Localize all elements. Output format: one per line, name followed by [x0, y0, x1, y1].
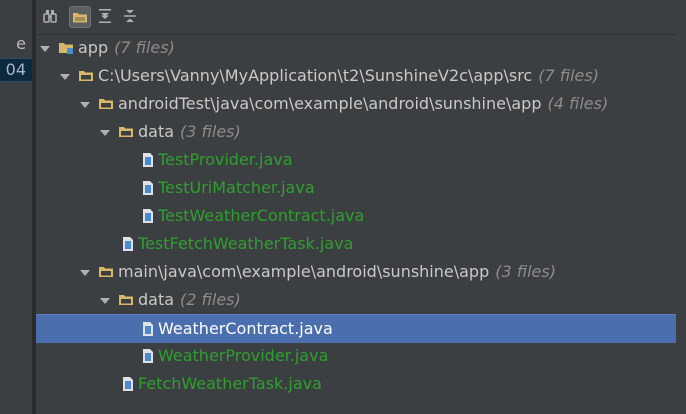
tree-node-text: FetchWeatherTask.java: [138, 374, 322, 394]
java-file-icon: [143, 322, 153, 336]
node-label: data: [138, 290, 175, 309]
folder-icon: [99, 99, 113, 109]
folder-icon: [73, 13, 87, 23]
expanded-arrow-icon[interactable]: [40, 44, 50, 54]
file-count: (7 files): [114, 38, 175, 57]
tree-node-text: WeatherContract.java: [158, 319, 333, 339]
file-count: (7 files): [538, 66, 599, 85]
node-label: data: [138, 122, 175, 141]
tree-node-app[interactable]: app (7 files): [36, 34, 676, 62]
module-folder-icon: [59, 43, 73, 54]
toolbar: [36, 0, 686, 35]
tree-file-test-provider[interactable]: TestProvider.java: [36, 146, 676, 174]
jump-to-source-button[interactable]: [40, 6, 62, 28]
tree-node-text: WeatherProvider.java: [158, 346, 328, 366]
file-count: (4 files): [547, 94, 609, 113]
node-label: app: [78, 38, 109, 57]
changes-tree: app (7 files) C:\Users\Vanny\MyApplicatio…: [36, 34, 686, 414]
tree-node-text: TestFetchWeatherTask.java: [138, 234, 353, 254]
expanded-arrow-icon[interactable]: [80, 268, 90, 278]
scrollbar-track[interactable]: [676, 34, 686, 414]
collapse-all-button[interactable]: [120, 6, 142, 28]
folder-icon: [119, 127, 133, 137]
java-file-icon: [143, 209, 153, 223]
tree-file-test-fetch-weather-task[interactable]: TestFetchWeatherTask.java: [36, 230, 676, 258]
changes-panel: app (7 files) C:\Users\Vanny\MyApplicatio…: [36, 0, 686, 414]
tree-file-fetch-weather-task[interactable]: FetchWeatherTask.java: [36, 370, 676, 398]
tree-node-text: TestUriMatcher.java: [158, 178, 315, 198]
tree-node-text: data (2 files): [138, 290, 241, 310]
left-panel-cell-text: e: [16, 34, 26, 53]
collapse-all-icon: [124, 10, 136, 22]
file-name: WeatherProvider.java: [158, 346, 329, 365]
left-panel-cell-text: 04: [5, 60, 26, 79]
tree-node-text: main\java\com\example\android\sunshine\a…: [118, 262, 556, 282]
binoculars-icon: [43, 10, 57, 23]
node-label: androidTest\java\com\example\android\sun…: [118, 94, 542, 113]
tree-file-test-weather-contract[interactable]: TestWeatherContract.java: [36, 202, 676, 230]
expanded-arrow-icon[interactable]: [80, 100, 90, 110]
java-file-icon: [143, 349, 153, 363]
tree-node-text: TestProvider.java: [158, 150, 293, 170]
file-count: (3 files): [495, 262, 556, 281]
group-by-directory-button[interactable]: [69, 6, 91, 28]
tree-node-src[interactable]: C:\Users\Vanny\MyApplication\t2\Sunshine…: [36, 62, 676, 90]
tree-node-text: C:\Users\Vanny\MyApplication\t2\Sunshine…: [98, 66, 599, 86]
folder-icon: [79, 71, 93, 81]
expanded-arrow-icon[interactable]: [100, 296, 110, 306]
file-count: (3 files): [180, 122, 241, 141]
java-file-icon: [123, 237, 133, 251]
file-name: TestFetchWeatherTask.java: [138, 234, 354, 253]
tree-node-text: androidTest\java\com\example\android\sun…: [118, 94, 608, 114]
tree-node-main-data[interactable]: data (2 files): [36, 286, 676, 314]
left-side-panel: e 04: [0, 0, 33, 414]
java-file-icon: [143, 181, 153, 195]
file-name: WeatherContract.java: [158, 319, 333, 338]
java-file-icon: [123, 377, 133, 391]
tree-node-text: data (3 files): [138, 122, 241, 142]
expanded-arrow-icon[interactable]: [60, 72, 70, 82]
node-label: main\java\com\example\android\sunshine\a…: [118, 262, 490, 281]
node-label: C:\Users\Vanny\MyApplication\t2\Sunshine…: [98, 66, 533, 85]
left-panel-cell[interactable]: e: [0, 33, 32, 55]
file-name: TestWeatherContract.java: [158, 206, 365, 225]
file-count: (2 files): [180, 290, 241, 309]
tree-node-android-test[interactable]: androidTest\java\com\example\android\sun…: [36, 90, 676, 118]
tree-file-test-uri-matcher[interactable]: TestUriMatcher.java: [36, 174, 676, 202]
tree-file-weather-provider[interactable]: WeatherProvider.java: [36, 342, 676, 370]
tree-node-text: TestWeatherContract.java: [158, 206, 364, 226]
tree-file-weather-contract[interactable]: WeatherContract.java: [36, 314, 676, 343]
expand-all-button[interactable]: [95, 6, 117, 28]
file-name: FetchWeatherTask.java: [138, 374, 322, 393]
expanded-arrow-icon[interactable]: [100, 128, 110, 138]
java-file-icon: [143, 153, 153, 167]
left-panel-cell-selected[interactable]: 04: [0, 58, 32, 82]
folder-icon: [119, 295, 133, 305]
folder-icon: [99, 267, 113, 277]
tree-node-text: app (7 files): [78, 38, 175, 58]
file-name: TestProvider.java: [158, 150, 293, 169]
tree-node-test-data[interactable]: data (3 files): [36, 118, 676, 146]
expand-all-icon: [99, 9, 111, 23]
file-name: TestUriMatcher.java: [158, 178, 315, 197]
tree-node-main[interactable]: main\java\com\example\android\sunshine\a…: [36, 258, 676, 286]
